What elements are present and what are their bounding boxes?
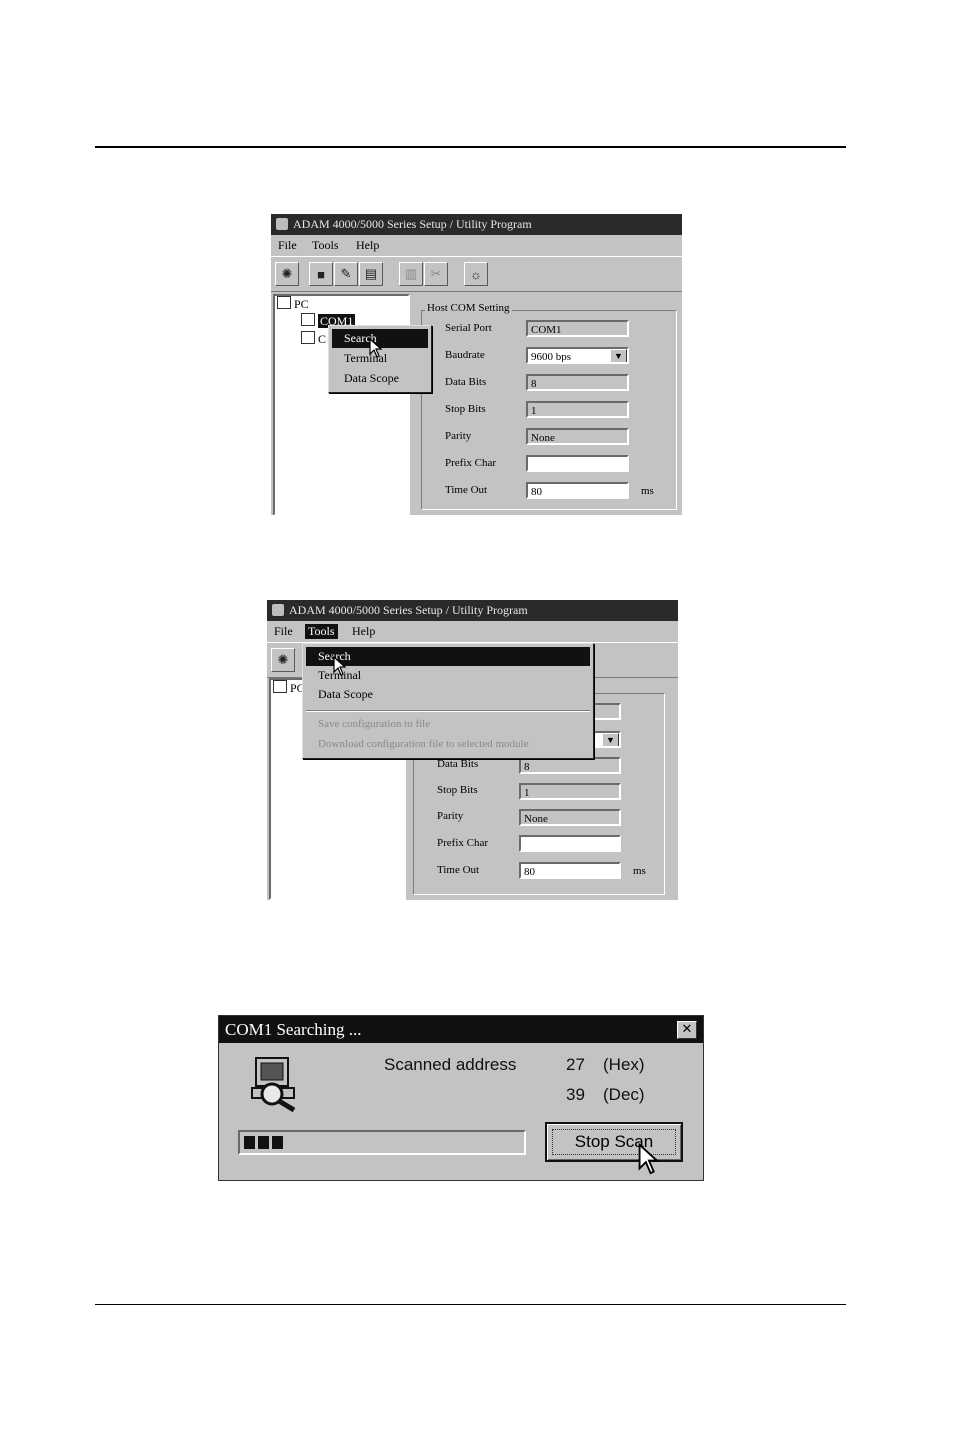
context-menu-data-scope[interactable]: Data Scope xyxy=(332,369,428,388)
menu-tools[interactable]: Tools xyxy=(309,238,342,253)
footer-rule xyxy=(95,1304,846,1305)
stop-bits-field[interactable]: 1 xyxy=(519,783,621,800)
stop-scan-button[interactable]: Stop Scan xyxy=(545,1122,683,1162)
scan-progress-bar xyxy=(238,1130,526,1155)
menu-help[interactable]: Help xyxy=(353,238,382,253)
window-title: ADAM 4000/5000 Series Setup / Utility Pr… xyxy=(293,217,532,231)
prefix-char-field[interactable] xyxy=(519,835,621,852)
hex-label: (Hex) xyxy=(603,1055,645,1074)
label-data-bits: Data Bits xyxy=(445,376,487,388)
label-prefix-char: Prefix Char xyxy=(445,457,497,469)
hex-value: 27 xyxy=(566,1055,585,1074)
label-stop-bits: Stop Bits xyxy=(445,403,486,415)
search-icon[interactable]: ■ xyxy=(309,262,333,286)
progress-block xyxy=(258,1136,269,1149)
group-title: Host COM Setting xyxy=(425,302,512,314)
label-baudrate: Baudrate xyxy=(445,349,485,361)
download-config-icon[interactable]: ✂ xyxy=(424,262,448,286)
menu-bar: File Tools Help xyxy=(271,235,682,255)
label-prefix-char: Prefix Char xyxy=(437,837,489,849)
chevron-down-icon[interactable]: ▼ xyxy=(610,349,627,362)
window-title-bar: ADAM 4000/5000 Series Setup / Utility Pr… xyxy=(267,600,678,621)
utility-window-2: ADAM 4000/5000 Series Setup / Utility Pr… xyxy=(267,600,678,900)
label-parity: Parity xyxy=(437,810,464,822)
label-time-out: Time Out xyxy=(437,864,480,876)
dec-label: (Dec) xyxy=(603,1085,645,1104)
menu-separator xyxy=(306,710,590,712)
app-icon xyxy=(276,218,288,230)
context-menu: Search Terminal Data Scope xyxy=(328,325,432,393)
port-icon xyxy=(301,331,315,344)
header-rule xyxy=(95,146,846,148)
dialog-title: COM1 Searching ... xyxy=(225,1020,362,1039)
baudrate-select[interactable]: 9600 bps ▼ xyxy=(526,347,629,364)
tools-menu-data-scope[interactable]: Data Scope xyxy=(306,685,590,704)
save-config-icon[interactable]: ▥ xyxy=(399,262,423,286)
app-icon xyxy=(272,604,284,616)
menu-tools[interactable]: Tools xyxy=(305,624,338,639)
computer-search-icon xyxy=(251,1057,296,1112)
progress-block xyxy=(244,1136,255,1149)
scanned-address-label: Scanned address xyxy=(384,1055,517,1074)
mouse-pointer-icon xyxy=(333,656,347,676)
tree-node-com2[interactable]: C xyxy=(301,331,326,347)
tools-menu-search[interactable]: Search xyxy=(306,647,590,666)
time-out-field[interactable]: 80 xyxy=(519,862,621,879)
tools-menu-save-config: Save configuration to file xyxy=(318,718,431,730)
menu-help[interactable]: Help xyxy=(349,624,378,639)
tree-node-pc[interactable]: PC xyxy=(277,296,309,312)
tree-node-pc[interactable]: PC xyxy=(273,680,305,696)
data-scope-icon[interactable]: ▤ xyxy=(359,262,383,286)
help-icon[interactable]: ☼ xyxy=(464,262,488,286)
mouse-pointer-icon xyxy=(369,338,383,358)
tools-menu-terminal[interactable]: Terminal xyxy=(306,666,590,685)
time-out-unit: ms xyxy=(641,485,654,497)
label-time-out: Time Out xyxy=(445,484,488,496)
menu-file[interactable]: File xyxy=(275,238,300,253)
label-data-bits: Data Bits xyxy=(437,758,479,770)
tools-menu-download-config: Download configuration file to selected … xyxy=(318,738,529,750)
chevron-down-icon[interactable]: ▼ xyxy=(602,733,619,746)
close-icon[interactable]: ✕ xyxy=(677,1021,697,1039)
toolbar: ✺ ■ ✎ ▤ ▥ ✂ ☼ xyxy=(271,256,682,292)
parity-field[interactable]: None xyxy=(519,809,621,826)
refresh-icon[interactable]: ✺ xyxy=(271,648,295,672)
progress-block xyxy=(272,1136,283,1149)
menu-file[interactable]: File xyxy=(271,624,296,639)
dialog-title-bar: COM1 Searching ... ✕ xyxy=(219,1016,703,1043)
utility-window-1: ADAM 4000/5000 Series Setup / Utility Pr… xyxy=(271,214,682,515)
mouse-pointer-icon xyxy=(638,1143,660,1175)
label-serial-port: Serial Port xyxy=(445,322,492,334)
pc-icon xyxy=(273,680,287,693)
dec-value: 39 xyxy=(566,1085,585,1104)
prefix-char-field[interactable] xyxy=(526,455,629,472)
label-parity: Parity xyxy=(445,430,472,442)
menu-bar: File Tools Help xyxy=(267,621,678,641)
port-icon xyxy=(301,313,315,326)
data-bits-field[interactable]: 8 xyxy=(519,757,621,774)
refresh-icon[interactable]: ✺ xyxy=(275,262,299,286)
time-out-field[interactable]: 80 xyxy=(526,482,629,499)
window-title: ADAM 4000/5000 Series Setup / Utility Pr… xyxy=(289,603,528,617)
serial-port-field[interactable]: COM1 xyxy=(526,320,629,337)
pc-icon xyxy=(277,296,291,309)
stop-bits-field[interactable]: 1 xyxy=(526,401,629,418)
data-bits-field[interactable]: 8 xyxy=(526,374,629,391)
parity-field[interactable]: None xyxy=(526,428,629,445)
time-out-unit: ms xyxy=(633,865,646,877)
terminal-icon[interactable]: ✎ xyxy=(334,262,358,286)
window-title-bar: ADAM 4000/5000 Series Setup / Utility Pr… xyxy=(271,214,682,235)
label-stop-bits: Stop Bits xyxy=(437,784,478,796)
